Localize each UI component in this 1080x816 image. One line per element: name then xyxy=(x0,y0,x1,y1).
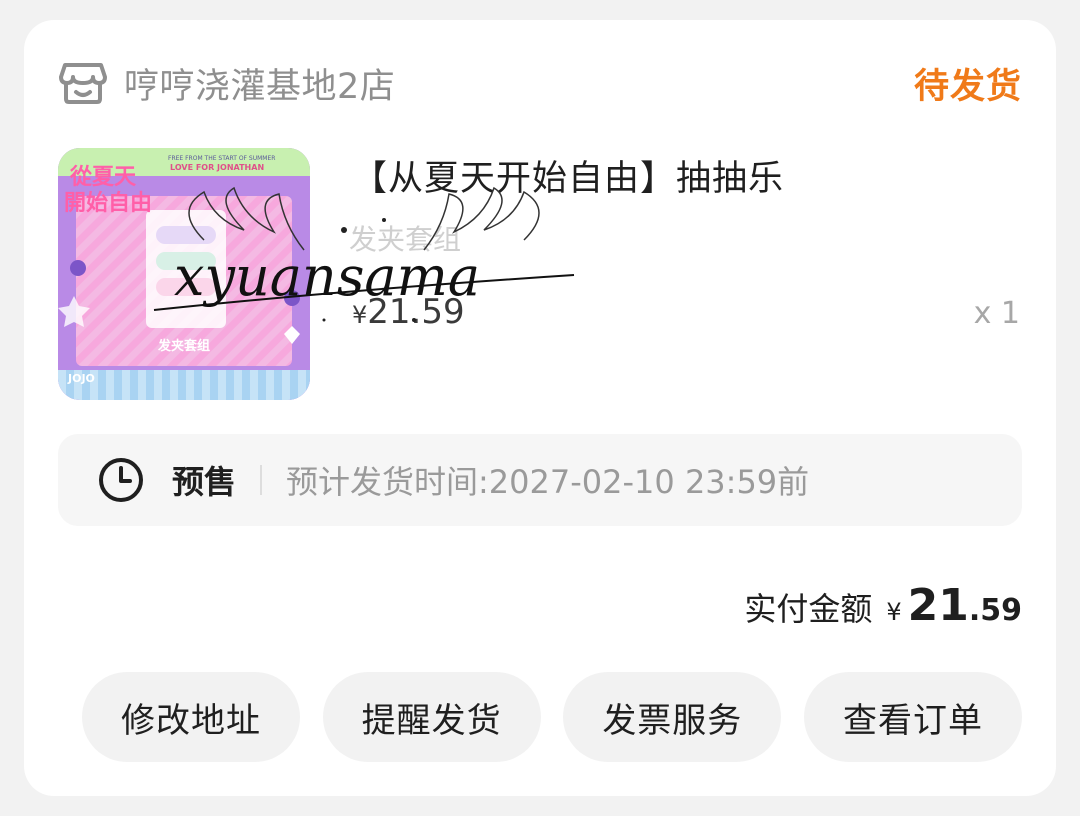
thumb-title-line1: 從夏天 xyxy=(69,164,137,190)
store-icon xyxy=(58,58,108,108)
paid-label: 实付金额 xyxy=(744,590,873,628)
thumb-corner-tag: JOJO xyxy=(67,372,95,385)
paid-currency: ¥ xyxy=(886,598,902,626)
order-status: 待发货 xyxy=(913,66,1022,107)
modify-address-button[interactable]: 修改地址 xyxy=(82,672,300,762)
thumb-line2: LOVE FOR JONATHAN xyxy=(170,163,264,172)
paid-amount: 实付金额 ¥ 21 .59 xyxy=(744,580,1022,631)
presale-bar: 预售 预计发货时间:2027-02-10 23:59前 xyxy=(58,434,1022,526)
thumb-title-line2: 開始自由 xyxy=(64,190,152,216)
product-quantity: x 1 xyxy=(973,296,1020,331)
clock-icon xyxy=(98,457,144,503)
presale-label: 预售 xyxy=(172,463,237,501)
store-header: 哼哼浇灌基地2店 待发货 xyxy=(58,58,1022,108)
price-currency: ¥ xyxy=(352,301,368,329)
remind-shipping-button[interactable]: 提醒发货 xyxy=(322,672,541,762)
product-price: ¥21.59 xyxy=(352,292,465,332)
ship-time: 预计发货时间:2027-02-10 23:59前 xyxy=(286,463,810,501)
price-value: 21.59 xyxy=(367,292,465,332)
paid-decimal: .59 xyxy=(968,593,1022,628)
store-name[interactable]: 哼哼浇灌基地2店 xyxy=(124,58,395,109)
thumb-subtitle: FREE FROM THE START OF SUMMER xyxy=(168,155,275,162)
paid-integer: 21 xyxy=(907,580,969,631)
product-title[interactable]: 【从夏天开始自由】抽抽乐 xyxy=(352,150,784,201)
action-bar: 修改地址 提醒发货 发票服务 查看订单 xyxy=(82,672,1022,762)
invoice-service-button[interactable]: 发票服务 xyxy=(563,672,782,762)
product-thumbnail[interactable]: 從夏天 開始自由 FREE FROM THE START OF SUMMER L… xyxy=(58,148,310,400)
order-card[interactable]: 哼哼浇灌基地2店 待发货 從夏天 開始自由 FREE FROM THE STAR… xyxy=(24,20,1056,796)
presale-divider xyxy=(260,465,263,495)
product-spec: 发夹套组 xyxy=(349,223,462,256)
thumb-card-label: 发夹套组 xyxy=(157,338,210,354)
view-order-button[interactable]: 查看订单 xyxy=(803,672,1022,762)
